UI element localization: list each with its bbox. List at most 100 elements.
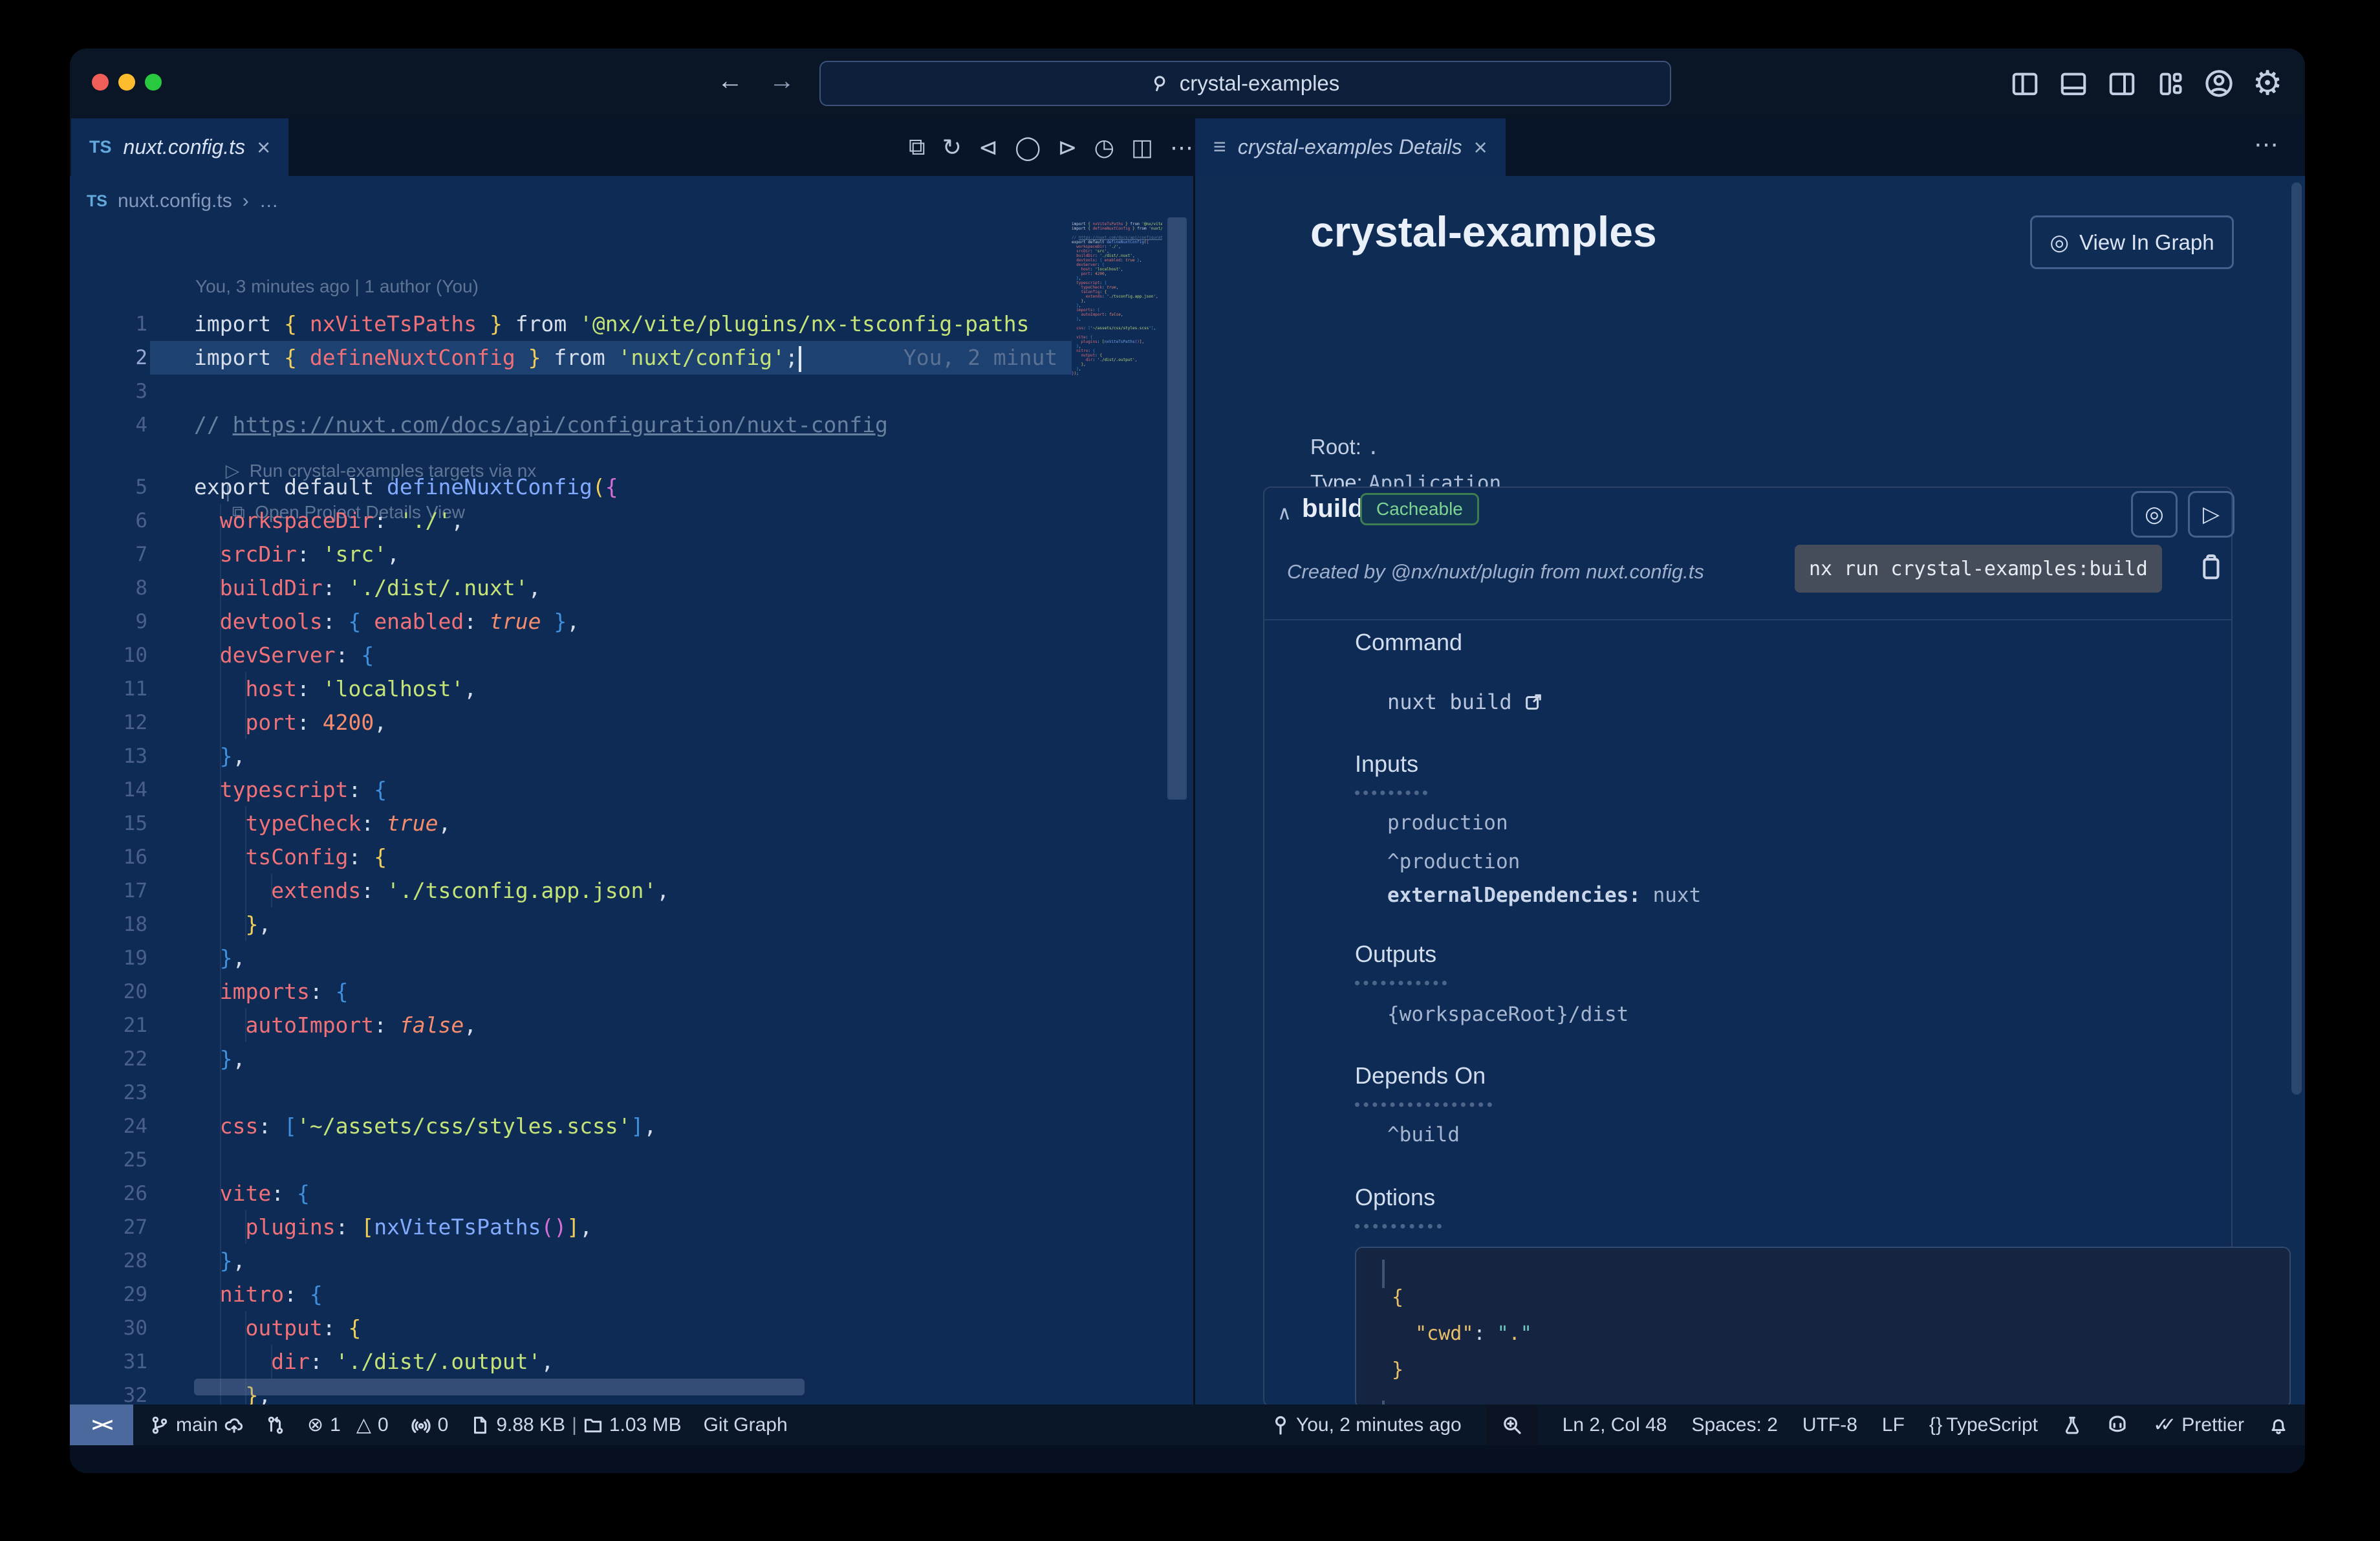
- line-number[interactable]: 15: [70, 807, 147, 840]
- more-actions-icon[interactable]: ⋯: [2254, 130, 2278, 159]
- line-number[interactable]: 6: [70, 504, 147, 538]
- nav-back-icon[interactable]: ⊲: [979, 134, 998, 161]
- line-number[interactable]: 13: [70, 739, 147, 773]
- code-line-20[interactable]: imports: {: [194, 975, 349, 1009]
- code-line-4[interactable]: // https://nuxt.com/docs/api/configurati…: [194, 408, 888, 442]
- problems-item[interactable]: ⊗ 1 △ 0: [307, 1414, 389, 1436]
- breadcrumb-symbol[interactable]: …: [259, 190, 279, 212]
- line-number[interactable]: 25: [70, 1143, 147, 1177]
- code-line-24[interactable]: css: ['~/assets/css/styles.scss'],: [194, 1109, 657, 1143]
- toggle-panel-icon[interactable]: [2055, 65, 2092, 102]
- code-line-15[interactable]: typeCheck: true,: [194, 807, 451, 840]
- line-number[interactable]: 3: [70, 375, 147, 408]
- code-line-28[interactable]: },: [194, 1244, 246, 1278]
- code-line-31[interactable]: dir: './dist/.output',: [194, 1345, 554, 1379]
- line-number[interactable]: 20: [70, 975, 147, 1009]
- history-forward-icon[interactable]: →: [769, 67, 795, 96]
- history-back-icon[interactable]: ←: [717, 67, 743, 96]
- line-number[interactable]: 30: [70, 1311, 147, 1345]
- line-number[interactable]: 27: [70, 1210, 147, 1244]
- line-number[interactable]: 11: [70, 672, 147, 706]
- nav-location-icon[interactable]: ◯: [1015, 134, 1041, 161]
- eol-item[interactable]: LF: [1882, 1414, 1905, 1436]
- toggle-secondary-sidebar-icon[interactable]: [2104, 65, 2140, 102]
- code-line-2[interactable]: import { defineNuxtConfig } from 'nuxt/c…: [194, 341, 1057, 375]
- code-line-1[interactable]: import { nxViteTsPaths } from '@nx/vite/…: [194, 307, 1029, 341]
- breadcrumb[interactable]: TS nuxt.config.ts › …: [87, 182, 279, 220]
- view-target-in-graph-button[interactable]: ◎: [2131, 491, 2178, 538]
- line-number[interactable]: 10: [70, 639, 147, 672]
- code-line-18[interactable]: },: [194, 908, 271, 941]
- line-number[interactable]: 4: [70, 408, 147, 442]
- code-line-26[interactable]: vite: {: [194, 1177, 310, 1210]
- account-icon[interactable]: [2201, 65, 2237, 102]
- code-line-6[interactable]: workspaceDir: './',: [194, 504, 464, 538]
- tab-project-details[interactable]: ≡ crystal-examples Details ×: [1195, 118, 1506, 176]
- close-tab-icon[interactable]: ×: [1474, 134, 1488, 161]
- run-target-button[interactable]: ▷: [2188, 491, 2234, 538]
- git-graph-item[interactable]: Git Graph: [704, 1414, 788, 1436]
- git-branch-item[interactable]: main: [150, 1414, 244, 1436]
- zoom-item[interactable]: [1486, 1404, 1538, 1445]
- options-json-box[interactable]: { "cwd": "."}: [1355, 1247, 2291, 1408]
- line-number[interactable]: 2: [70, 341, 147, 375]
- notifications-item[interactable]: [2269, 1415, 2288, 1436]
- code-line-8[interactable]: buildDir: './dist/.nuxt',: [194, 571, 541, 605]
- line-number[interactable]: 1: [70, 307, 147, 341]
- line-number[interactable]: 28: [70, 1244, 147, 1278]
- line-number[interactable]: 23: [70, 1076, 147, 1109]
- build-card-header[interactable]: ∧ build Cacheable ◎ ▷ Created by @nx/nux…: [1264, 488, 2234, 619]
- copy-command-button[interactable]: [2197, 552, 2223, 585]
- line-number[interactable]: 7: [70, 538, 147, 571]
- line-number[interactable]: 18: [70, 908, 147, 941]
- code-line-29[interactable]: nitro: {: [194, 1278, 323, 1311]
- blame-item[interactable]: You, 2 minutes ago: [1271, 1414, 1462, 1436]
- code-line-11[interactable]: host: 'localhost',: [194, 672, 477, 706]
- breadcrumb-file[interactable]: nuxt.config.ts: [118, 190, 232, 212]
- ports-item[interactable]: 0: [411, 1414, 448, 1436]
- line-number[interactable]: 26: [70, 1177, 147, 1210]
- git-compare-item[interactable]: [266, 1415, 285, 1435]
- horizontal-scrollbar[interactable]: [194, 1379, 805, 1395]
- more-actions-icon[interactable]: ⋯: [1170, 134, 1193, 161]
- feedback-item[interactable]: [2062, 1415, 2082, 1436]
- file-size-item[interactable]: 9.88 KB | 1.03 MB: [470, 1414, 682, 1436]
- timeline-icon[interactable]: ◷: [1094, 134, 1114, 161]
- command-value[interactable]: nuxt build: [1387, 690, 1543, 714]
- line-number[interactable]: 14: [70, 773, 147, 807]
- split-editor-icon[interactable]: ◫: [1131, 134, 1153, 161]
- line-number[interactable]: 19: [70, 941, 147, 975]
- language-item[interactable]: { } TypeScript: [1929, 1414, 2038, 1436]
- vertical-scrollbar[interactable]: [1167, 217, 1187, 800]
- cursor-position-item[interactable]: Ln 2, Col 48: [1563, 1414, 1667, 1436]
- customize-layout-icon[interactable]: [2152, 65, 2189, 102]
- code-line-12[interactable]: port: 4200,: [194, 706, 387, 739]
- indentation-item[interactable]: Spaces: 2: [1691, 1414, 1777, 1436]
- code-line-16[interactable]: tsConfig: {: [194, 840, 387, 874]
- maximize-window-button[interactable]: [145, 74, 162, 91]
- code-line-30[interactable]: output: {: [194, 1311, 361, 1345]
- remote-indicator[interactable]: ><: [70, 1404, 133, 1445]
- panel-scrollbar[interactable]: [2291, 182, 2302, 1095]
- code-line-9[interactable]: devtools: { enabled: true },: [194, 605, 579, 639]
- nav-forward-icon[interactable]: ⊳: [1057, 134, 1077, 161]
- prettier-item[interactable]: ✓✓ Prettier: [2153, 1414, 2244, 1436]
- line-number[interactable]: 32: [70, 1379, 147, 1404]
- code-line-13[interactable]: },: [194, 739, 246, 773]
- code-line-5[interactable]: export default defineNuxtConfig({: [194, 470, 618, 504]
- line-number[interactable]: 5: [70, 470, 147, 504]
- line-number[interactable]: 22: [70, 1042, 147, 1076]
- run-command-chip[interactable]: nx run crystal-examples:build: [1795, 545, 2162, 593]
- encoding-item[interactable]: UTF-8: [1802, 1414, 1857, 1436]
- code-editor[interactable]: You, 3 minutes ago | 1 author (You) ▷ Ru…: [70, 224, 1072, 1404]
- code-line-21[interactable]: autoImport: false,: [194, 1009, 477, 1042]
- toggle-primary-sidebar-icon[interactable]: [2007, 65, 2043, 102]
- code-line-10[interactable]: devServer: {: [194, 639, 374, 672]
- line-number[interactable]: 24: [70, 1109, 147, 1143]
- close-tab-icon[interactable]: ×: [257, 134, 270, 161]
- code-line-7[interactable]: srcDir: 'src',: [194, 538, 400, 571]
- copilot-item[interactable]: [2106, 1415, 2128, 1436]
- line-number[interactable]: 21: [70, 1009, 147, 1042]
- line-number[interactable]: 8: [70, 571, 147, 605]
- collapse-chevron-icon[interactable]: ∧: [1277, 502, 1292, 525]
